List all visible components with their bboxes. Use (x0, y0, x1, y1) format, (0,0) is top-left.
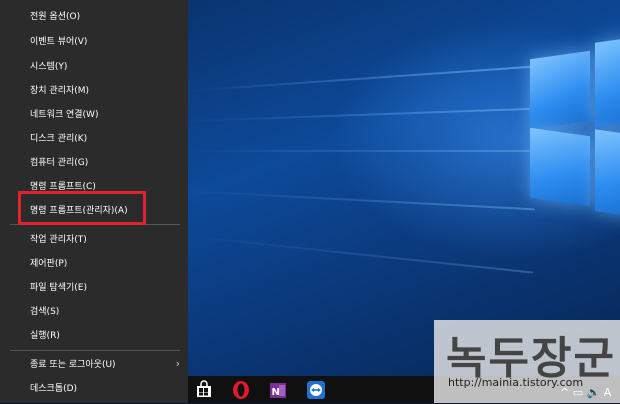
opera-icon[interactable] (231, 380, 251, 400)
menu-item-disk-management[interactable]: 디스크 관리(K) (30, 130, 87, 148)
menu-item-power-options[interactable]: 전원 옵션(O) (30, 8, 80, 26)
teamviewer-icon[interactable] (306, 380, 326, 400)
menu-item-event-viewer[interactable]: 이벤트 뷰어(V) (30, 33, 87, 51)
onenote-icon[interactable]: N (268, 380, 288, 400)
windows-logo-pane-bottom-right (595, 129, 620, 217)
menu-item-system[interactable]: 시스템(Y) (30, 58, 67, 76)
menu-item-shutdown-signout[interactable]: 종료 또는 로그아웃(U) (30, 356, 116, 374)
menu-item-computer-management[interactable]: 컴퓨터 관리(G) (30, 154, 88, 172)
windows-store-icon[interactable] (194, 380, 214, 400)
windows-logo-pane-top-left (530, 50, 590, 130)
menu-item-file-explorer[interactable]: 파일 탐색기(E) (30, 279, 87, 297)
menu-item-control-panel[interactable]: 제어판(P) (30, 255, 67, 273)
system-tray[interactable]: ^ ▭ 🔊 A (560, 386, 611, 399)
menu-item-desktop[interactable]: 데스크톱(D) (30, 380, 77, 398)
menu-separator (10, 350, 180, 351)
windows-logo-pane-top-right (595, 37, 620, 128)
chevron-right-icon[interactable]: › (176, 357, 180, 370)
menu-item-device-manager[interactable]: 장치 관리자(M) (30, 82, 89, 100)
menu-item-task-manager[interactable]: 작업 관리자(T) (30, 231, 87, 249)
svg-text:N: N (272, 387, 280, 398)
highlight-box (18, 191, 146, 225)
menu-item-network-connections[interactable]: 네트워크 연결(W) (30, 106, 98, 124)
windows-logo-pane-bottom-left (530, 127, 590, 207)
menu-item-search[interactable]: 검색(S) (30, 303, 59, 321)
menu-item-run[interactable]: 실행(R) (30, 327, 60, 345)
